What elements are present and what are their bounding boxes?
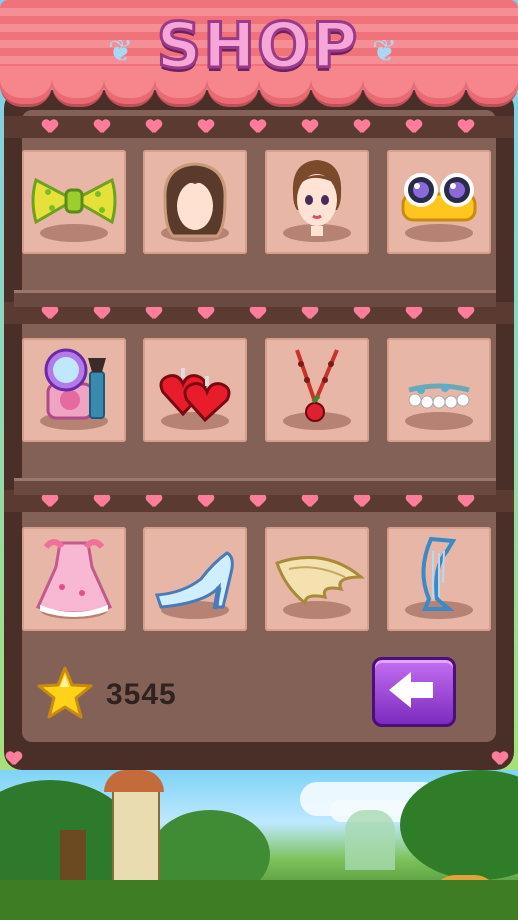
corner-heart-right [492, 752, 508, 766]
heart-decoration [250, 494, 266, 508]
back-button[interactable] [372, 657, 456, 727]
forest-background [0, 770, 518, 920]
heart-decoration [250, 120, 266, 134]
item-slot-dress[interactable] [22, 527, 126, 631]
shoe-icon [154, 551, 234, 610]
heart-decoration [42, 306, 58, 320]
item-slot-hair[interactable] [143, 150, 247, 254]
shelf-board-1 [14, 290, 496, 307]
face-icon [292, 160, 342, 236]
heart-decoration [250, 306, 266, 320]
shop-title: SHOP [155, 8, 360, 84]
bracelet-icon [408, 383, 470, 409]
heart-decoration [146, 120, 162, 134]
heart-decoration [302, 306, 318, 320]
item-slot-necklace[interactable] [265, 338, 369, 442]
item-slot-makeup[interactable] [22, 338, 126, 442]
heart-decoration [146, 306, 162, 320]
arrow-left-icon [389, 672, 433, 708]
item-slot-wings[interactable] [265, 527, 369, 631]
heart-decoration [406, 306, 422, 320]
hair-icon [163, 162, 227, 238]
item-slot-shoe[interactable] [143, 527, 247, 631]
heart-decoration [458, 306, 474, 320]
heart-decoration [94, 494, 110, 508]
heart-decoration [458, 120, 474, 134]
heart-decoration [406, 494, 422, 508]
heart-decoration [458, 494, 474, 508]
dress-icon [35, 539, 113, 617]
heart-decoration [42, 494, 58, 508]
heart-decoration [42, 120, 58, 134]
corner-heart-left [6, 752, 22, 766]
necklace-icon [295, 349, 339, 422]
item-slot-bow[interactable] [22, 150, 126, 254]
harp-icon [421, 536, 457, 611]
item-slot-earrings[interactable] [143, 338, 247, 442]
earrings-icon [159, 368, 231, 423]
item-slot-harp[interactable] [387, 527, 491, 631]
glasses-icon [401, 173, 477, 222]
bow-icon [31, 177, 117, 225]
heart-decoration [354, 120, 370, 134]
heart-decoration [354, 494, 370, 508]
heart-decoration [146, 494, 162, 508]
heart-decoration [198, 494, 214, 508]
heart-decoration [198, 120, 214, 134]
heart-decoration [94, 120, 110, 134]
heart-decoration [94, 306, 110, 320]
star-icon [37, 666, 93, 719]
makeup-icon [44, 348, 106, 420]
star-count: 3545 [106, 678, 177, 711]
heart-decoration [198, 306, 214, 320]
item-slot-bracelet[interactable] [387, 338, 491, 442]
wings-icon [275, 556, 366, 607]
shop-awning: ❦ ❦ SHOP [0, 0, 518, 110]
shelf-board-2 [14, 478, 496, 495]
heart-decoration [354, 306, 370, 320]
item-slot-glasses[interactable] [387, 150, 491, 254]
heart-decoration [406, 120, 422, 134]
item-slot-face[interactable] [265, 150, 369, 254]
heart-decoration [302, 120, 318, 134]
heart-decoration [302, 494, 318, 508]
